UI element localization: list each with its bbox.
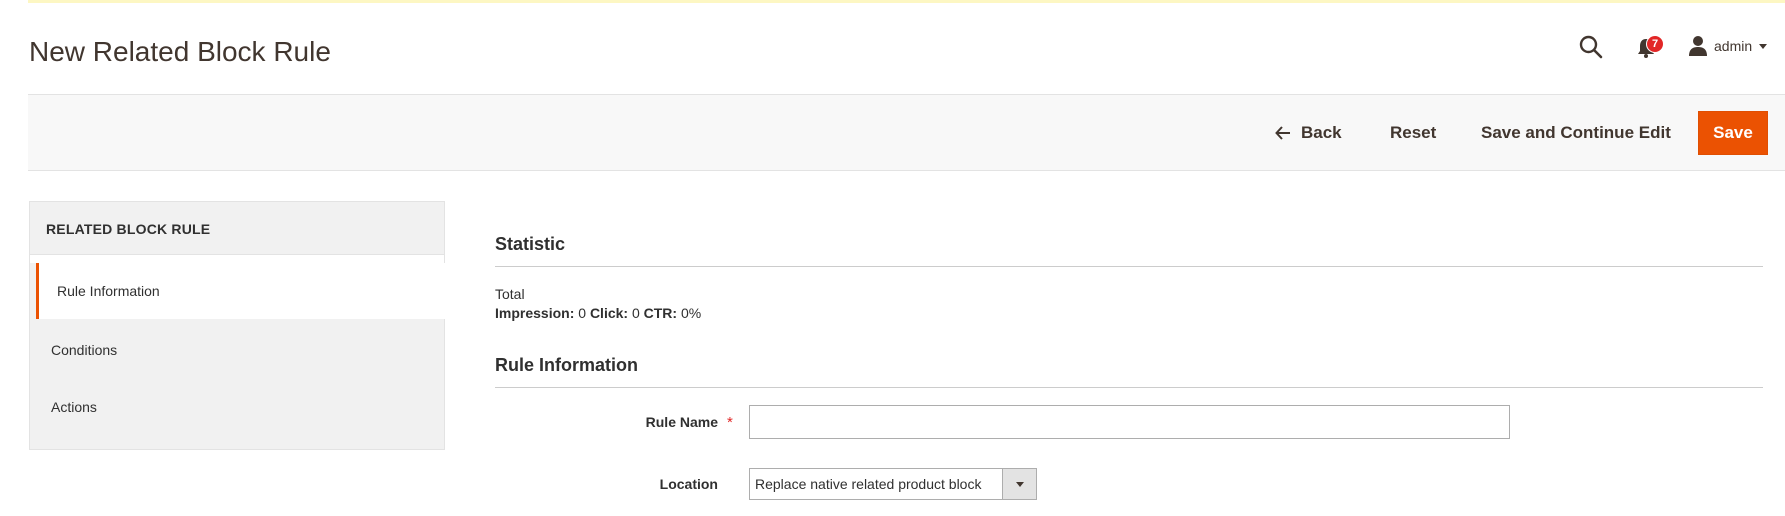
location-label: Location [659, 476, 718, 492]
ctr-value: 0% [680, 305, 702, 321]
rule-information-section-title: Rule Information [495, 355, 638, 375]
sidebar-item-rule-information[interactable]: Rule Information [36, 263, 446, 319]
rule-name-input[interactable] [749, 405, 1510, 439]
statistic-total-label: Total [495, 286, 525, 302]
impression-label: Impression: [495, 305, 575, 321]
caret-down-icon [1759, 44, 1768, 49]
arrow-left-icon [1275, 125, 1290, 140]
user-name: admin [1714, 38, 1753, 54]
required-indicator: * [727, 414, 733, 431]
sidebar-divider [30, 254, 444, 263]
back-label: Back [1301, 122, 1342, 142]
ctr-label: CTR: [643, 305, 678, 321]
search-icon [1579, 35, 1603, 59]
search-button[interactable] [1578, 34, 1604, 60]
message-strip [28, 0, 1785, 3]
impression-value: 0 [578, 305, 587, 321]
reset-button[interactable]: Reset [1390, 95, 1436, 170]
sidebar: RELATED BLOCK RULE Rule Information Cond… [29, 201, 446, 450]
save-button[interactable]: Save [1698, 111, 1768, 155]
save-and-continue-button[interactable]: Save and Continue Edit [1481, 95, 1671, 170]
click-label: Click: [589, 305, 629, 321]
sidebar-item-conditions[interactable]: Conditions [30, 322, 444, 378]
click-value: 0 [631, 305, 640, 321]
rule-information-divider [495, 387, 1763, 388]
statistic-values: Impression: 0 Click: 0 CTR: 0% [495, 305, 701, 321]
back-button[interactable]: Back [1275, 95, 1342, 170]
page-actions-bar: Back Reset Save and Continue Edit Save [28, 94, 1785, 171]
notification-badge: 7 [1646, 35, 1664, 53]
location-selected-value: Replace native related product block [755, 476, 982, 492]
rule-name-label: Rule Name [645, 414, 718, 430]
statistic-section-title: Statistic [495, 234, 566, 254]
sidebar-item-actions[interactable]: Actions [30, 379, 444, 435]
location-select[interactable]: Replace native related product block [749, 468, 1037, 500]
user-icon [1689, 36, 1707, 56]
caret-down-icon [1015, 482, 1024, 487]
select-arrow-button[interactable] [1002, 469, 1036, 499]
page-title: New Related Block Rule [29, 36, 331, 67]
user-menu[interactable]: admin [1688, 34, 1768, 58]
sidebar-title: RELATED BLOCK RULE [46, 221, 211, 237]
statistic-divider [495, 266, 1763, 267]
